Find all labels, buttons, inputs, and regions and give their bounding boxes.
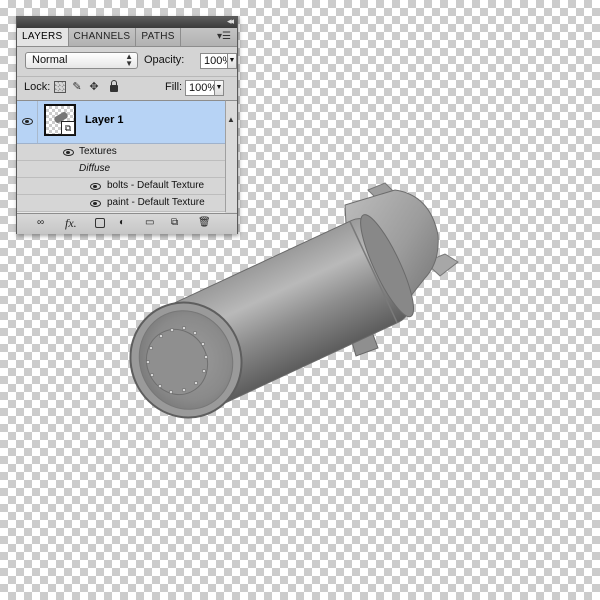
smart-object-icon: ⧉ (61, 121, 75, 135)
textures-label: Textures (79, 146, 117, 157)
opacity-label: Opacity: (144, 54, 185, 66)
opacity-dropdown-icon[interactable]: ▼ (227, 53, 237, 69)
panel-bottom-bar: ∞ fx. ◐ ▭ ⧉ 🗑 (17, 213, 237, 234)
select-arrows-icon: ▲ ▼ (125, 52, 133, 68)
tab-channels[interactable]: CHANNELS (69, 28, 137, 46)
eye-icon (22, 118, 33, 125)
layer-visibility-toggle[interactable] (17, 101, 38, 143)
lock-all-icon[interactable] (110, 80, 118, 92)
eye-icon[interactable] (90, 200, 101, 207)
layers-list: ⧉ Layer 1 Textures Diffuse bolts - Defau… (17, 100, 225, 213)
mask-icon[interactable] (95, 218, 105, 228)
fill-dropdown-icon[interactable]: ▼ (214, 80, 224, 96)
lock-transparency-icon[interactable] (54, 81, 66, 93)
panel-menu-icon[interactable]: ▾☰ (217, 30, 231, 44)
eye-icon[interactable] (63, 149, 74, 156)
link-icon[interactable]: ∞ (37, 217, 44, 229)
layer-name[interactable]: Layer 1 (85, 114, 124, 126)
texture-item[interactable]: bolts - Default Texture (17, 178, 225, 195)
diffuse-label: Diffuse (79, 163, 111, 174)
fill-label: Fill: (165, 81, 183, 93)
texture-label: bolts - Default Texture (107, 180, 205, 191)
fill-field[interactable]: 100% (185, 80, 217, 96)
blend-mode-value: Normal (32, 54, 68, 66)
scroll-up-icon[interactable]: ▲ (227, 115, 235, 124)
panel-titlebar[interactable]: ◂◂ (17, 16, 237, 28)
layers-panel: ◂◂ LAYERS CHANNELS PATHS ▾☰ Normal ▲ ▼ Op… (16, 16, 238, 234)
blend-mode-select[interactable]: Normal ▲ ▼ (25, 52, 138, 69)
tab-layers[interactable]: LAYERS (17, 28, 69, 46)
textures-row[interactable]: Textures (17, 144, 225, 161)
eye-icon[interactable] (90, 183, 101, 190)
lock-brush-icon[interactable]: ✎ (71, 81, 83, 93)
fx-icon[interactable]: fx. (65, 217, 77, 229)
blend-row: Normal ▲ ▼ Opacity: 100% ▼ (17, 49, 237, 75)
collapse-icon[interactable]: ◂◂ (227, 16, 234, 27)
diffuse-row: Diffuse (17, 161, 225, 178)
lock-row: Lock: ✎ ✥ Fill: 100% ▼ (17, 76, 237, 99)
lock-move-icon[interactable]: ✥ (88, 81, 100, 93)
lock-label: Lock: (24, 81, 51, 93)
layer-row[interactable]: ⧉ Layer 1 (17, 101, 225, 144)
opacity-field[interactable]: 100% (200, 53, 232, 69)
layers-scrollbar[interactable]: ▲ (225, 100, 237, 212)
tab-paths[interactable]: PATHS (136, 28, 181, 46)
folder-icon[interactable]: ▭ (145, 217, 154, 229)
adjustment-icon[interactable]: ◐ (119, 217, 125, 229)
trash-icon[interactable]: 🗑 (198, 217, 211, 229)
panel-tabs: LAYERS CHANNELS PATHS ▾☰ (17, 28, 237, 47)
texture-item[interactable]: paint - Default Texture (17, 195, 225, 212)
texture-label: paint - Default Texture (107, 197, 205, 208)
new-layer-icon[interactable]: ⧉ (171, 217, 178, 229)
